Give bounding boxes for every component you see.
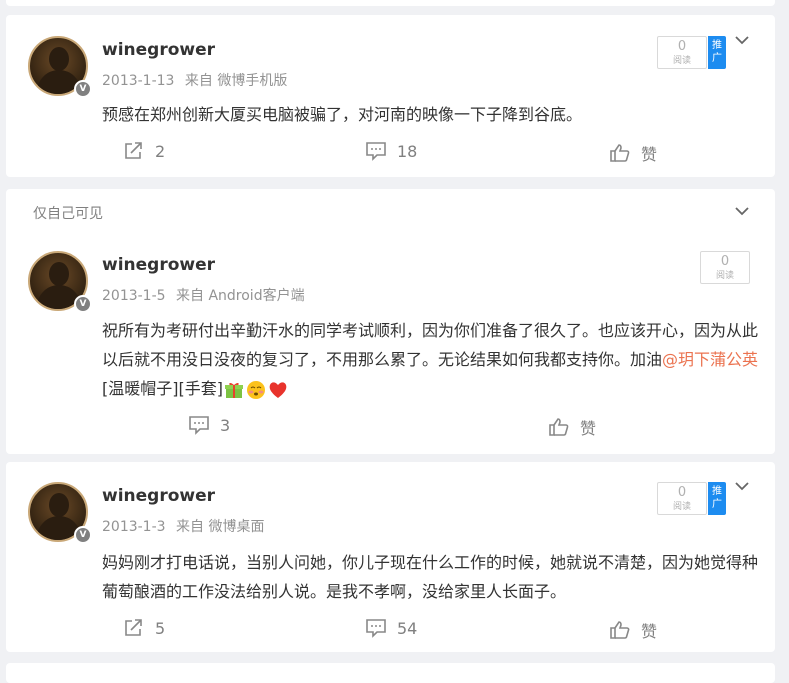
- like-label: 赞: [580, 419, 597, 438]
- thumbs-up-icon: [549, 418, 569, 436]
- post-text-body: 祝所有为考研付出辛勤汗水的同学考试顺利，因为你们准备了很久了。也应该开心，因为从…: [102, 321, 759, 369]
- verified-badge-icon: V: [74, 295, 92, 313]
- gift-emoji-icon: [224, 382, 243, 398]
- post-meta: 2013-1-13 来自 微博手机版: [102, 70, 287, 90]
- promote-button[interactable]: 推广: [708, 36, 726, 69]
- source-prefix: 来自: [184, 73, 213, 89]
- read-count: 0: [677, 39, 687, 54]
- weibo-post-card: V winegrower 2013-1-13 来自 微博手机版 0 阅读 推广 …: [6, 15, 775, 177]
- comment-button[interactable]: 18: [365, 141, 417, 161]
- shy-face-emoji-icon: [246, 380, 265, 399]
- comment-icon: [366, 619, 386, 638]
- post-text: 祝所有为考研付出辛勤汗水的同学考试顺利，因为你们准备了很久了。也应该开心，因为从…: [102, 316, 762, 403]
- post-date[interactable]: 2013-1-5: [102, 288, 166, 304]
- post-meta: 2013-1-3 来自 微博桌面: [102, 516, 264, 536]
- like-label: 赞: [641, 145, 658, 164]
- post-source[interactable]: Android客户端: [208, 288, 304, 304]
- read-count-box: 0 阅读: [700, 251, 750, 284]
- read-label: 阅读: [672, 502, 691, 512]
- like-button[interactable]: 赞: [548, 415, 596, 439]
- visibility-label: 仅自己可见: [33, 206, 103, 222]
- post-text: 预感在郑州创新大厦买电脑被骗了，对河南的映像一下子降到谷底。: [102, 105, 583, 124]
- repost-button[interactable]: 2: [123, 141, 165, 161]
- verified-badge-icon: V: [74, 80, 92, 98]
- post-source[interactable]: 微博手机版: [217, 73, 287, 89]
- read-count-box: 0 阅读: [657, 36, 707, 69]
- thumbs-up-icon: [610, 621, 630, 639]
- post-date[interactable]: 2013-1-13: [102, 73, 174, 89]
- source-prefix: 来自: [176, 288, 204, 304]
- like-button[interactable]: 赞: [609, 141, 657, 165]
- next-card-edge: [6, 663, 775, 683]
- comment-button[interactable]: 3: [188, 415, 230, 435]
- mention-link[interactable]: @玥下蒲公英: [662, 350, 758, 369]
- like-label: 赞: [641, 622, 658, 641]
- chevron-down-icon[interactable]: [735, 206, 749, 216]
- chevron-down-icon[interactable]: [735, 481, 749, 491]
- read-count-box: 0 阅读: [657, 482, 707, 515]
- comment-count: 54: [397, 618, 418, 638]
- username[interactable]: winegrower: [102, 255, 215, 275]
- previous-card-edge: [6, 0, 775, 6]
- repost-count: 5: [155, 618, 166, 638]
- repost-count: 2: [155, 141, 166, 161]
- read-label: 阅读: [715, 271, 734, 281]
- post-source[interactable]: 微博桌面: [208, 519, 264, 535]
- username[interactable]: winegrower: [102, 486, 215, 506]
- source-prefix: 来自: [176, 519, 204, 535]
- comment-icon: [366, 142, 386, 161]
- comment-button[interactable]: 54: [365, 618, 417, 638]
- thumbs-up-icon: [610, 144, 630, 162]
- read-count: 0: [720, 254, 730, 269]
- weibo-post-card: 仅自己可见 V winegrower 2013-1-5 来自 Android客户…: [6, 189, 775, 454]
- repost-icon: [125, 142, 142, 159]
- read-label: 阅读: [672, 56, 691, 66]
- promote-button[interactable]: 推广: [708, 482, 726, 515]
- heart-emoji-icon: [269, 381, 287, 398]
- verified-badge-icon: V: [74, 526, 92, 544]
- comment-count: 3: [220, 415, 231, 435]
- like-button[interactable]: 赞: [609, 618, 657, 642]
- comment-icon: [189, 416, 209, 435]
- weibo-post-card: V winegrower 2013-1-3 来自 微博桌面 0 阅读 推广 妈妈…: [6, 462, 775, 652]
- comment-count: 18: [397, 141, 418, 161]
- chevron-down-icon[interactable]: [735, 35, 749, 45]
- post-text: 妈妈刚才打电话说，当别人问她，你儿子现在什么工作的时候，她就说不清楚，因为她觉得…: [102, 553, 759, 601]
- post-meta: 2013-1-5 来自 Android客户端: [102, 285, 305, 305]
- read-count: 0: [677, 485, 687, 500]
- username[interactable]: winegrower: [102, 40, 215, 60]
- post-date[interactable]: 2013-1-3: [102, 519, 166, 535]
- repost-icon: [125, 619, 142, 636]
- post-text-tail: [温暖帽子][手套]: [102, 379, 223, 398]
- repost-button[interactable]: 5: [123, 618, 165, 638]
